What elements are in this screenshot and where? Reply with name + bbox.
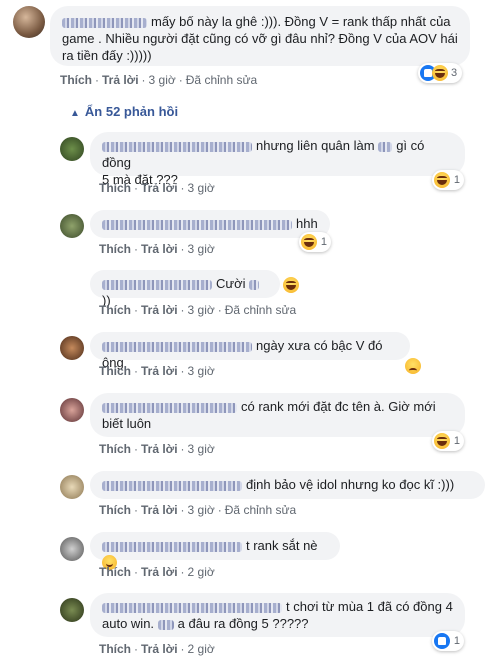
timestamp[interactable]: 2 giờ [188, 642, 215, 656]
like-link[interactable]: Thích [99, 503, 131, 517]
edited-label[interactable]: Đã chỉnh sửa [225, 503, 296, 517]
timestamp[interactable]: 3 giờ [188, 181, 215, 195]
reply-link[interactable]: Trả lời [141, 181, 178, 195]
avatar[interactable] [60, 537, 84, 561]
redacted-name[interactable] [102, 602, 282, 613]
edited-label[interactable]: Đã chỉnh sửa [186, 73, 257, 87]
comment-text: game . Nhiều người đặt cũng có vỡ gì đâu… [62, 31, 458, 46]
like-icon [434, 633, 450, 649]
reply-link[interactable]: Trả lời [141, 442, 178, 456]
comment-bubble: mấy bố này la ghê :))). Đồng V = rank th… [50, 6, 470, 66]
timestamp[interactable]: 3 giờ [188, 503, 215, 517]
redacted-name[interactable] [102, 219, 292, 230]
comment-text: mấy bố này la ghê :))). Đồng V = rank th… [151, 14, 451, 29]
reaction-summary[interactable]: 1 [432, 431, 464, 451]
redacted-name[interactable] [102, 541, 242, 552]
reply-link[interactable]: Trả lời [141, 565, 178, 579]
haha-icon [432, 65, 448, 81]
haha-icon [434, 433, 450, 449]
reply-actions: Thích · Trả lời · 3 giờ [99, 442, 215, 456]
redacted-name[interactable] [62, 17, 147, 28]
reply-actions: Thích · Trả lời · 3 giờ [99, 181, 215, 195]
like-link[interactable]: Thích [99, 181, 131, 195]
reaction-summary[interactable]: 1 [432, 631, 464, 651]
reaction-summary[interactable]: 3 [418, 63, 462, 83]
timestamp[interactable]: 3 giờ [188, 442, 215, 456]
like-link[interactable]: Thích [99, 642, 131, 656]
timestamp[interactable]: 2 giờ [188, 565, 215, 579]
avatar[interactable] [60, 398, 84, 422]
redacted-name[interactable] [102, 279, 212, 290]
like-link[interactable]: Thích [99, 442, 131, 456]
like-link[interactable]: Thích [99, 565, 131, 579]
timestamp[interactable]: 3 giờ [188, 364, 215, 378]
like-link[interactable]: Thích [99, 303, 131, 317]
like-link[interactable]: Thích [99, 364, 131, 378]
avatar[interactable] [60, 598, 84, 622]
reply-link[interactable]: Trả lời [141, 303, 178, 317]
reply-link[interactable]: Trả lời [102, 73, 139, 87]
reply-actions: Thích · Trả lời · 3 giờ [99, 242, 215, 256]
reply-bubble: Cười )) [90, 270, 280, 308]
avatar[interactable] [60, 336, 84, 360]
reply-bubble: hhh [90, 210, 330, 238]
redacted-name[interactable] [102, 141, 252, 152]
reply-link[interactable]: Trả lời [141, 642, 178, 656]
reply-bubble: nhưng liên quân làm gì có đồng 5 mà đặt … [90, 132, 465, 187]
hide-replies-link[interactable]: ▲ Ẩn 52 phản hồi [70, 104, 178, 119]
reply-link[interactable]: Trả lời [141, 364, 178, 378]
reaction-summary[interactable]: 1 [299, 232, 331, 252]
avatar[interactable] [60, 137, 84, 161]
reply-bubble: có rank mới đặt đc tên à. Giờ mới biết l… [90, 393, 465, 437]
avatar[interactable] [60, 214, 84, 238]
reaction-count: 3 [451, 67, 458, 79]
comment-text: ra tiền đấy :))))) [62, 48, 152, 63]
chevron-up-icon: ▲ [70, 108, 80, 119]
like-link[interactable]: Thích [60, 73, 92, 87]
redacted-name[interactable] [102, 341, 252, 352]
reply-actions: Thích · Trả lời · 3 giờ · Đã chỉnh sửa [99, 303, 297, 317]
timestamp[interactable]: 3 giờ [149, 73, 176, 87]
reaction-summary[interactable]: 1 [432, 170, 464, 190]
sad-icon[interactable] [405, 358, 421, 379]
haha-icon[interactable] [283, 277, 299, 298]
avatar[interactable] [13, 6, 45, 38]
reply-actions: Thích · Trả lời · 3 giờ · Đã chỉnh sửa [99, 503, 297, 517]
avatar[interactable] [60, 475, 84, 499]
redacted-name[interactable] [102, 402, 237, 413]
reply-bubble: ngày xưa có bậc V đó ông [90, 332, 410, 370]
edited-label[interactable]: Đã chỉnh sửa [225, 303, 296, 317]
redacted-name[interactable] [102, 480, 242, 491]
haha-icon [301, 234, 317, 250]
comment-actions: Thích · Trả lời · 3 giờ · Đã chỉnh sửa [60, 73, 258, 87]
reply-link[interactable]: Trả lời [141, 503, 178, 517]
reply-actions: Thích · Trả lời · 3 giờ [99, 364, 215, 378]
reply-actions: Thích · Trả lời · 2 giờ [99, 565, 215, 579]
like-link[interactable]: Thích [99, 242, 131, 256]
reply-actions: Thích · Trả lời · 2 giờ [99, 642, 215, 656]
timestamp[interactable]: 3 giờ [188, 242, 215, 256]
reply-bubble: t chơi từ mùa 1 đã có đồng 4 auto win. a… [90, 593, 465, 637]
haha-icon [434, 172, 450, 188]
reply-link[interactable]: Trả lời [141, 242, 178, 256]
reply-bubble: định bảo vệ idol nhưng ko đọc kĩ :))) [90, 471, 485, 499]
timestamp[interactable]: 3 giờ [188, 303, 215, 317]
reply-bubble: t rank sắt nè [90, 532, 340, 570]
